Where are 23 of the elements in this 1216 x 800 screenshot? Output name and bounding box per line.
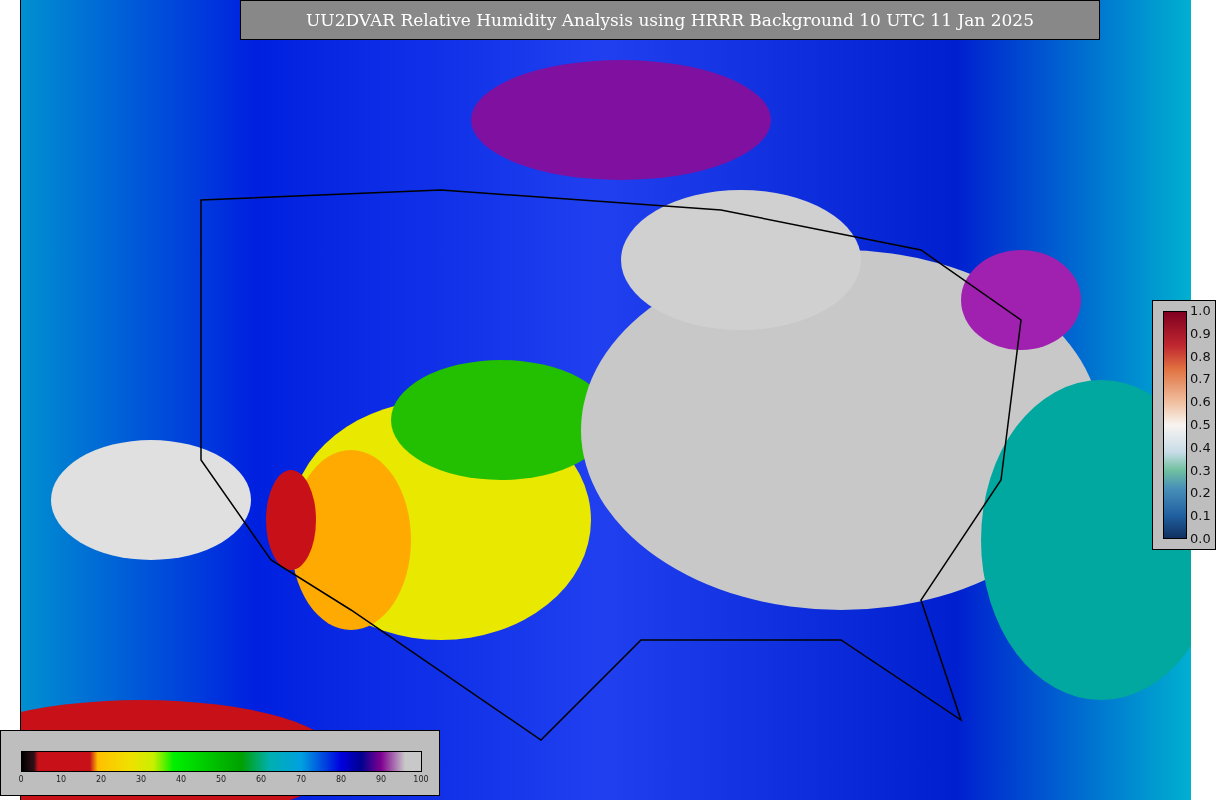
colorbar-tick-label: 0.7 bbox=[1190, 371, 1211, 388]
colorbar-tick-label: 0.0 bbox=[1190, 530, 1211, 547]
colorbar-tick-label: 0.9 bbox=[1190, 325, 1211, 342]
colorbar-tick-label: 0.2 bbox=[1190, 485, 1211, 502]
map-title: UU2DVAR Relative Humidity Analysis using HRRR Background 10 UTC 11 Jan 2025 bbox=[240, 0, 1100, 40]
colorbar-tick-label: 10 bbox=[55, 775, 67, 784]
colorbar-tick-label: 90 bbox=[375, 775, 387, 784]
colorbar-tick-label: 1.0 bbox=[1190, 303, 1211, 319]
colorbar-tick-label: 80 bbox=[335, 775, 347, 784]
colorbar-tick-label: 0.4 bbox=[1190, 439, 1211, 456]
colorbar-tick-label: 40 bbox=[175, 775, 187, 784]
colorbar-tick-label: 0.8 bbox=[1190, 348, 1211, 365]
colorbar-tick-label: 0.6 bbox=[1190, 394, 1211, 411]
colorbar-tick-label: 20 bbox=[95, 775, 107, 784]
colorbar-tick-label: 70 bbox=[295, 775, 307, 784]
colorbar-tick-label: 0.5 bbox=[1190, 417, 1211, 433]
colorbar-tick-label: 100 bbox=[413, 775, 429, 784]
colorbar-tick-label: 60 bbox=[255, 775, 267, 784]
colorbar-tick-label: 30 bbox=[135, 775, 147, 784]
colorbar-tick-label: 0.3 bbox=[1190, 462, 1211, 479]
colorbar-tick-label: 50 bbox=[215, 775, 227, 784]
colorbar-tick-label: 0 bbox=[18, 775, 24, 784]
colorbar-tick-label: 0.1 bbox=[1190, 508, 1211, 525]
